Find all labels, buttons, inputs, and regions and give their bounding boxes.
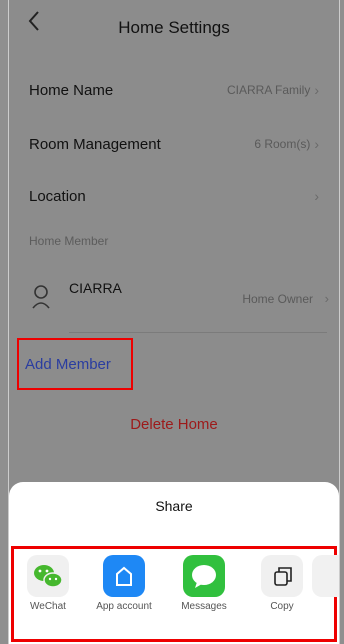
chevron-left-icon <box>28 11 39 31</box>
back-button[interactable] <box>27 10 51 40</box>
home-name-label: Home Name <box>29 81 114 99</box>
room-management-label: Room Management <box>29 135 161 153</box>
share-item-label: Copy <box>270 601 294 612</box>
share-sheet-title: Share <box>155 498 193 514</box>
room-management-row[interactable]: Room Management 6 Room(s) › <box>9 126 339 162</box>
member-row[interactable]: CIARRA Home Owner › <box>9 276 339 336</box>
location-label: Location <box>29 187 86 205</box>
member-name: CIARRA <box>69 280 122 296</box>
share-app-account-button[interactable]: App account <box>94 555 154 612</box>
share-item-label: App account <box>96 601 152 612</box>
messages-icon <box>183 555 225 597</box>
copy-icon <box>261 555 303 597</box>
add-member-button[interactable]: Add Member <box>17 338 133 390</box>
page-title: Home Settings <box>118 18 230 37</box>
home-member-section-label: Home Member <box>29 234 109 248</box>
share-wechat-button[interactable]: WeChat <box>18 555 78 612</box>
more-share-option[interactable] <box>312 555 339 597</box>
person-icon <box>31 284 51 310</box>
chevron-right-icon: › <box>314 82 319 98</box>
share-item-label: Messages <box>181 601 227 612</box>
divider <box>69 332 327 333</box>
delete-home-button[interactable]: Delete Home <box>9 416 339 433</box>
home-app-icon <box>103 555 145 597</box>
location-row[interactable]: Location › <box>9 178 339 214</box>
share-sheet: Share WeChat App account Messages Copy <box>9 482 339 644</box>
wechat-icon <box>27 555 69 597</box>
app-screen: Home Settings Home Name CIARRA Family › … <box>8 0 340 644</box>
header: Home Settings <box>9 0 339 56</box>
chevron-right-icon: › <box>314 188 319 204</box>
share-item-label: WeChat <box>30 601 66 612</box>
home-name-row[interactable]: Home Name CIARRA Family › <box>9 72 339 108</box>
share-options: WeChat App account Messages Copy <box>11 546 339 642</box>
chevron-right-icon: › <box>314 136 319 152</box>
room-count-value: 6 Room(s) <box>254 137 311 151</box>
share-messages-button[interactable]: Messages <box>174 555 234 612</box>
member-role: Home Owner <box>242 292 313 306</box>
chevron-right-icon: › <box>324 291 329 306</box>
home-name-value: CIARRA Family <box>226 83 311 97</box>
share-copy-button[interactable]: Copy <box>252 555 312 612</box>
